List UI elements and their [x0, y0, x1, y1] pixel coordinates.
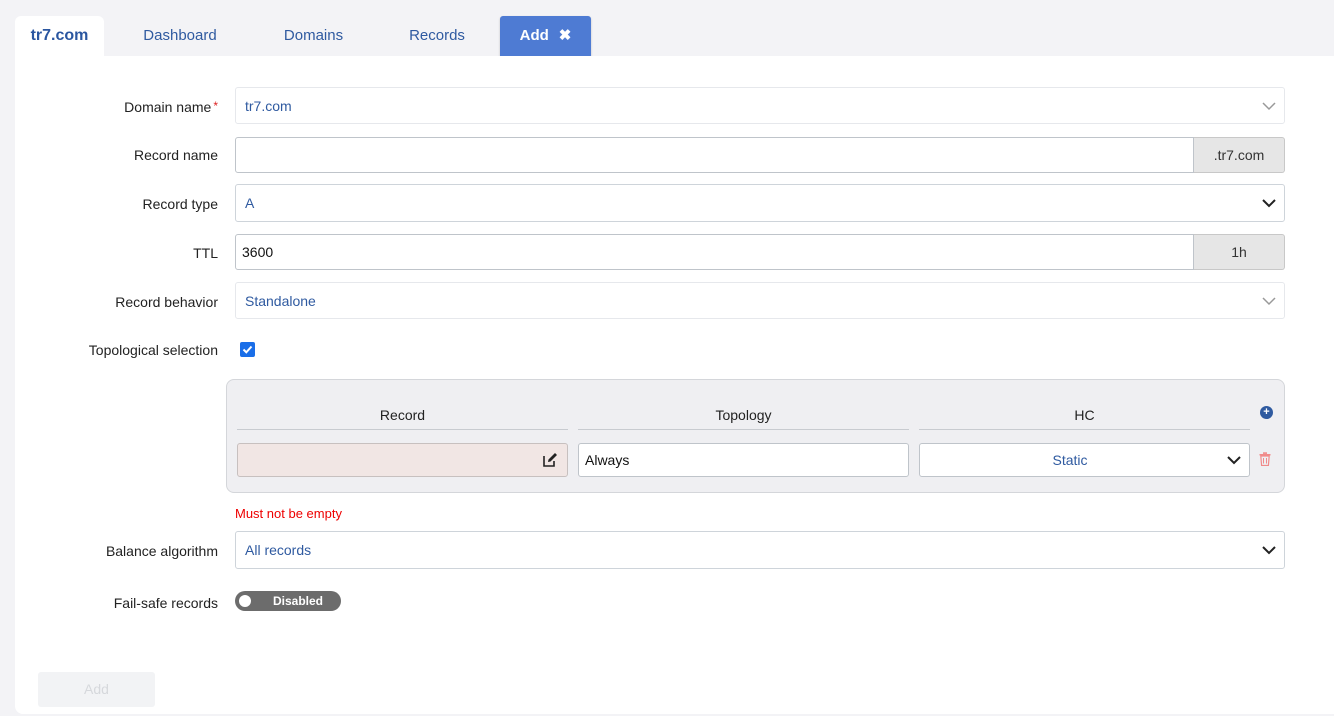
- add-button[interactable]: Add: [38, 672, 155, 707]
- domain-name-select[interactable]: tr7.com: [235, 87, 1285, 124]
- add-record-panel: Domain name * tr7.com Record name .tr7.co…: [15, 56, 1334, 714]
- chevron-down-icon: [1262, 199, 1276, 208]
- hc-cell-select[interactable]: Static: [919, 443, 1250, 477]
- column-header-topology: Topology: [578, 400, 909, 430]
- topological-selection-label: Topological selection: [88, 342, 218, 358]
- ttl-suffix: 1h: [1194, 234, 1285, 270]
- validation-error: Must not be empty: [235, 506, 342, 521]
- checkmark-icon: [242, 345, 253, 354]
- record-behavior-value: Standalone: [245, 293, 316, 309]
- toggle-text: Disabled: [272, 594, 323, 608]
- domain-name-label: Domain name *: [124, 99, 218, 115]
- record-name-suffix: .tr7.com: [1194, 137, 1285, 173]
- record-behavior-label: Record behavior: [115, 294, 218, 310]
- ttl-input[interactable]: 3600: [235, 234, 1194, 270]
- hc-cell-value: Static: [1052, 452, 1088, 468]
- record-behavior-select[interactable]: Standalone: [235, 282, 1285, 319]
- edit-icon[interactable]: [542, 452, 558, 468]
- record-type-select[interactable]: A: [235, 184, 1285, 222]
- chevron-down-icon: [1262, 297, 1276, 306]
- tab-domain-brand[interactable]: tr7.com: [15, 16, 104, 56]
- chevron-down-icon: [1262, 546, 1276, 555]
- column-header-hc: HC: [919, 400, 1250, 430]
- record-type-value: A: [245, 195, 255, 211]
- topology-table: Record Topology HC + Always Static: [226, 379, 1285, 493]
- topology-cell-input[interactable]: Always: [578, 443, 909, 477]
- fail-safe-toggle[interactable]: Disabled: [235, 591, 341, 611]
- column-header-record: Record: [237, 400, 568, 430]
- balance-algorithm-label: Balance algorithm: [105, 543, 218, 559]
- balance-algorithm-select[interactable]: All records: [235, 531, 1285, 569]
- required-mark: *: [213, 99, 218, 113]
- chevron-down-icon: [1227, 456, 1241, 465]
- record-cell-input[interactable]: [237, 443, 568, 477]
- tab-add[interactable]: Add ✖: [500, 16, 591, 56]
- close-icon[interactable]: ✖: [559, 27, 572, 44]
- topological-selection-checkbox[interactable]: [240, 342, 255, 357]
- fail-safe-label: Fail-safe records: [113, 595, 218, 611]
- toggle-knob: [239, 595, 251, 607]
- domain-name-label-text: Domain name: [124, 99, 212, 115]
- record-name-label: Record name: [133, 147, 218, 163]
- domain-name-value: tr7.com: [245, 98, 292, 114]
- trash-icon[interactable]: [1259, 452, 1271, 466]
- tab-dashboard[interactable]: Dashboard: [125, 16, 235, 56]
- chevron-down-icon: [1262, 102, 1276, 111]
- tab-add-label: Add: [519, 27, 549, 44]
- record-type-label: Record type: [142, 196, 218, 212]
- tab-domains[interactable]: Domains: [260, 16, 367, 56]
- ttl-label: TTL: [193, 245, 218, 261]
- ttl-value: 3600: [242, 244, 274, 260]
- balance-algorithm-value: All records: [245, 542, 312, 558]
- tab-records[interactable]: Records: [387, 16, 487, 56]
- topology-cell-value: Always: [585, 452, 630, 468]
- tab-bar: tr7.com Dashboard Domains Records Add ✖: [15, 16, 1334, 56]
- record-name-input[interactable]: [235, 137, 1194, 173]
- add-row-icon[interactable]: +: [1260, 406, 1273, 419]
